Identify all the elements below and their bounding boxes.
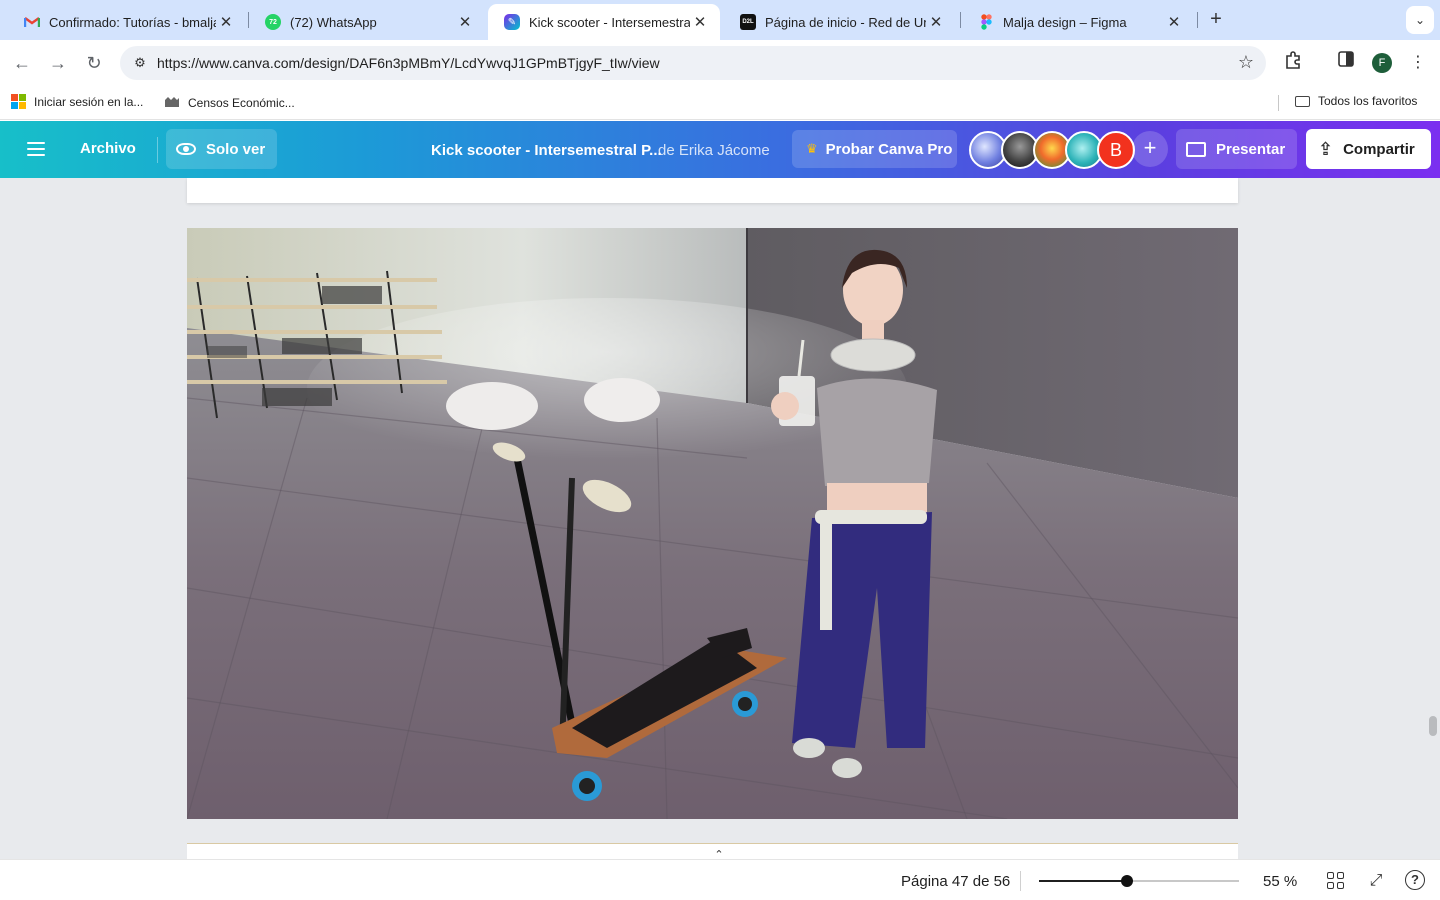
grid-view-button[interactable] (1325, 870, 1347, 892)
side-panel-icon[interactable] (1334, 51, 1358, 75)
close-tab-icon[interactable]: ✕ (926, 13, 946, 31)
reload-button[interactable]: ↻ (81, 50, 107, 76)
canva-footer: Página 47 de 56 55 % ⤢ ? (0, 859, 1440, 900)
tab-gmail[interactable]: Confirmado: Tutorías - bmalja ✕ (8, 4, 246, 40)
expand-pages-button[interactable]: ⌃ (683, 847, 755, 859)
canva-icon: ✎ (504, 14, 520, 30)
bookmark-label: Todos los favoritos (1318, 94, 1418, 108)
slide-image[interactable] (187, 228, 1238, 819)
profile-avatar[interactable]: F (1372, 53, 1392, 73)
chevron-down-icon: ⌄ (1414, 13, 1426, 27)
add-collaborator-button[interactable]: + (1132, 131, 1168, 167)
bookmark-label: Censos Económic... (188, 95, 295, 110)
d2l-icon: D2L (740, 14, 756, 30)
zoom-slider-handle[interactable] (1121, 875, 1133, 887)
present-button[interactable]: Presentar (1176, 129, 1297, 169)
figma-icon (978, 14, 994, 30)
tab-title: Kick scooter - Intersemestral (529, 14, 690, 30)
bookmark-item[interactable]: Iniciar sesión en la... (11, 94, 143, 109)
previous-page[interactable] (187, 178, 1238, 203)
help-button[interactable]: ? (1405, 870, 1427, 892)
forward-button[interactable]: → (45, 50, 71, 76)
header-divider (157, 137, 158, 163)
close-tab-icon[interactable]: ✕ (216, 13, 236, 31)
all-bookmarks-button[interactable]: Todos los favoritos (1295, 94, 1417, 108)
tab-title: (72) WhatsApp (290, 14, 377, 30)
more-menu-icon[interactable]: ⋮ (1406, 51, 1430, 75)
tab-whatsapp[interactable]: 72 (72) WhatsApp ✕ (249, 4, 485, 40)
tab-search-button[interactable]: ⌄ (1406, 6, 1434, 34)
tab-divider (960, 12, 961, 28)
present-label: Presentar (1216, 140, 1286, 158)
extensions-icon[interactable] (1281, 51, 1305, 75)
reload-icon: ↻ (86, 53, 102, 73)
avatar[interactable]: B (1097, 131, 1135, 169)
document-author: de Erika Jácome (658, 142, 770, 159)
tab-title: Confirmado: Tutorías - bmalja (49, 14, 216, 30)
zoom-slider[interactable] (1039, 875, 1239, 887)
chevron-up-icon: ⌃ (714, 849, 724, 859)
close-tab-icon[interactable]: ✕ (455, 13, 475, 31)
canvas-workspace[interactable]: ⌃ (0, 178, 1440, 859)
zoom-slider-fill (1039, 880, 1127, 882)
arrow-left-icon: ← (13, 53, 31, 73)
whatsapp-icon: 72 (265, 14, 281, 30)
view-mode-button[interactable]: Solo ver (166, 129, 277, 169)
tab-divider (1197, 12, 1198, 28)
file-menu-button[interactable]: Archivo (80, 140, 136, 157)
bookmark-star-icon[interactable]: ☆ (1238, 52, 1254, 73)
fullscreen-button[interactable]: ⤢ (1365, 870, 1387, 892)
eye-icon (176, 143, 196, 155)
address-bar[interactable]: ⚙ https://www.canva.com/design/DAF6n3pMB… (120, 46, 1266, 80)
expand-icon: ⤢ (1369, 872, 1383, 889)
tab-canva[interactable]: ✎ Kick scooter - Intersemestral ✕ (488, 4, 720, 40)
view-mode-label: Solo ver (206, 140, 266, 158)
gmail-icon (24, 14, 40, 30)
census-icon (164, 94, 180, 111)
page-indicator[interactable]: Página 47 de 56 (901, 873, 1010, 890)
pro-label: Probar Canva Pro (825, 140, 953, 158)
scene-illustration (187, 228, 1238, 819)
folder-icon (1295, 95, 1310, 107)
url-text[interactable]: https://www.canva.com/design/DAF6n3pMBmY… (157, 55, 660, 71)
site-settings-icon[interactable]: ⚙ (128, 51, 152, 75)
try-canva-pro-button[interactable]: ♛ Probar Canva Pro (792, 130, 957, 168)
grid-icon (1327, 872, 1344, 889)
back-button[interactable]: ← (9, 50, 35, 76)
share-button[interactable]: ⇪ Compartir (1306, 129, 1431, 169)
tab-d2l[interactable]: D2L Página de inicio - Red de Univ ✕ (724, 4, 956, 40)
browser-toolbar: ← → ↻ ⚙ https://www.canva.com/design/DAF… (0, 40, 1440, 86)
canva-header: Archivo Solo ver Kick scooter - Intersem… (0, 121, 1440, 178)
arrow-right-icon: → (49, 53, 67, 73)
browser-tab-strip: Confirmado: Tutorías - bmalja ✕ 72 (72) … (0, 0, 1440, 40)
zoom-level[interactable]: 55 % (1263, 873, 1297, 890)
close-tab-icon[interactable]: ✕ (1164, 13, 1184, 31)
microsoft-icon (11, 94, 26, 109)
vertical-scrollbar[interactable] (1429, 716, 1437, 736)
footer-divider (1020, 871, 1021, 891)
new-tab-button[interactable]: + (1205, 8, 1227, 30)
help-icon: ? (1405, 870, 1425, 890)
share-icon: ⇪ (1318, 138, 1334, 159)
bookmark-item[interactable]: Censos Económic... (164, 94, 295, 111)
close-tab-icon[interactable]: ✕ (690, 13, 710, 31)
crown-icon: ♛ (806, 141, 818, 156)
bookmark-label: Iniciar sesión en la... (34, 94, 144, 109)
share-label: Compartir (1343, 140, 1415, 158)
present-icon (1186, 141, 1206, 157)
tab-figma[interactable]: Malja design – Figma ✕ (962, 4, 1194, 40)
tab-title: Malja design – Figma (1003, 14, 1127, 30)
document-title[interactable]: Kick scooter - Intersemestral P... (431, 142, 662, 159)
menu-icon[interactable] (24, 138, 48, 162)
bookmarks-bar: Iniciar sesión en la... Censos Económic.… (0, 86, 1440, 120)
bookmarks-divider (1278, 95, 1279, 111)
tab-title: Página de inicio - Red de Univ (765, 14, 926, 30)
